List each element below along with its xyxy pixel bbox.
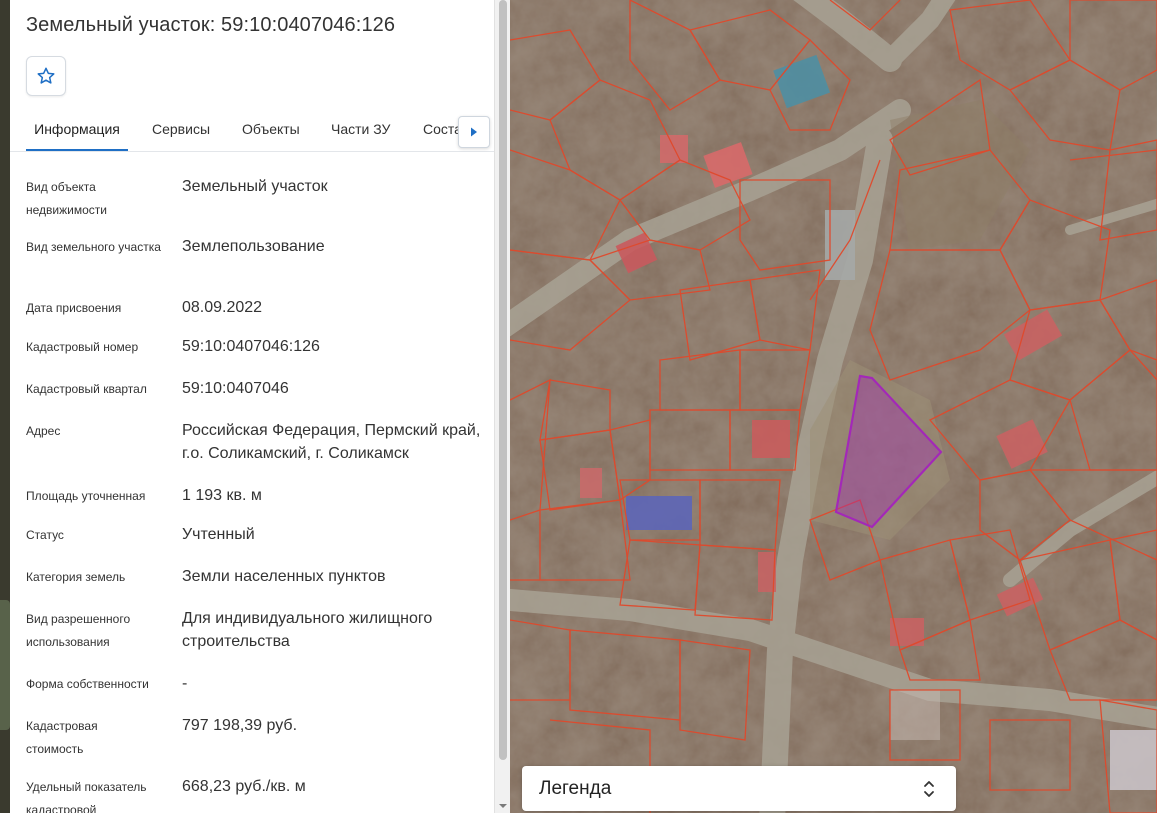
tab-parts[interactable]: Части ЗУ [331, 108, 390, 149]
label-land-type: Вид земельного участка [26, 240, 161, 254]
value-cadastral-quarter: 59:10:0407046 [182, 380, 289, 397]
map-view[interactable] [510, 0, 1157, 813]
star-outline-icon [37, 67, 55, 84]
value-object-type: Земельный участок [182, 178, 328, 195]
value-cadastral-number: 59:10:0407046:126 [182, 338, 320, 355]
value-permitted-use: Для индивидуального жилищного строительс… [182, 610, 433, 650]
value-specific-index: 668,23 руб./кв. м [182, 778, 306, 795]
label-specific-index: Удельный показатель кадастровой [26, 780, 147, 813]
label-area: Площадь уточненная [26, 489, 146, 503]
value-address: Российская Федерация, Пермский край, г.о… [182, 422, 481, 462]
value-land-category: Земли населенных пунктов [182, 568, 386, 585]
value-cadastral-value: 797 198,39 руб. [182, 717, 298, 734]
value-ownership-form: - [182, 675, 188, 692]
tab-bar: Информация Сервисы Объекты Части ЗУ Сост… [10, 108, 494, 152]
tab-objects[interactable]: Объекты [242, 108, 300, 149]
tab-information[interactable]: Информация [26, 108, 128, 151]
label-cadastral-value: Кадастровая стоимость [26, 719, 98, 756]
info-panel: Земельный участок: 59:10:0407046:126 Инф… [10, 0, 494, 813]
label-assign-date: Дата присвоения [26, 301, 122, 315]
value-status: Учтенный [182, 526, 255, 543]
panel-scrollbar[interactable] [494, 0, 511, 813]
favorite-button[interactable] [26, 56, 66, 96]
tabs-scroll-right-button[interactable] [458, 116, 490, 148]
label-status: Статус [26, 528, 64, 542]
legend-label: Легенда [539, 778, 612, 799]
scrollbar-thumb[interactable] [499, 0, 507, 760]
value-area: 1 193 кв. м [182, 487, 262, 504]
value-land-type: Землепользование [182, 238, 325, 255]
label-cadastral-number: Кадастровый номер [26, 340, 139, 354]
label-object-type: Вид объекта недвижимости [26, 180, 107, 217]
label-land-category: Категория земель [26, 570, 126, 584]
triangle-right-icon [471, 127, 477, 137]
map-canvas[interactable] [510, 0, 1157, 813]
label-cadastral-quarter: Кадастровый квартал [26, 382, 147, 396]
legend-dropdown[interactable]: Легенда [522, 766, 956, 811]
label-permitted-use: Вид разрешенного использования [26, 612, 131, 649]
label-ownership-form: Форма собственности [26, 677, 149, 691]
value-assign-date: 08.09.2022 [182, 299, 263, 316]
tab-services[interactable]: Сервисы [152, 108, 210, 149]
label-address: Адрес [26, 424, 61, 438]
background-app-tab [0, 600, 10, 730]
chevron-up-down-icon [924, 781, 934, 797]
scroll-down-icon[interactable] [498, 801, 508, 811]
page-title: Земельный участок: 59:10:0407046:126 [26, 14, 396, 36]
